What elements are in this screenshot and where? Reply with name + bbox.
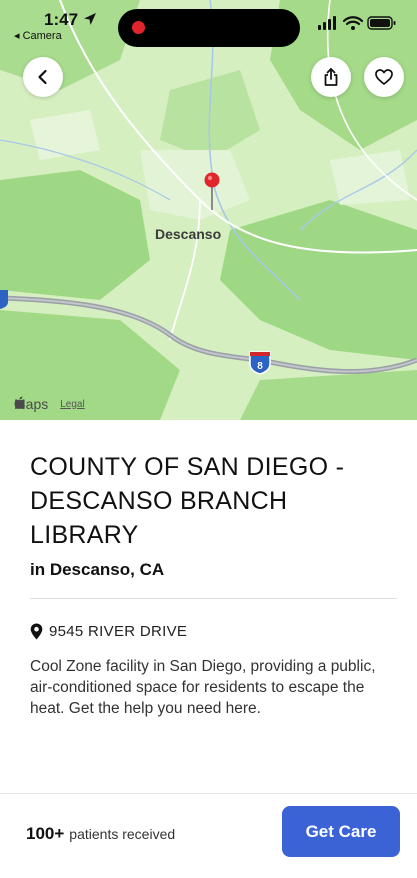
address-row[interactable]: 9545 RIVER DRIVE xyxy=(30,623,187,640)
apple-maps-brand: Maps xyxy=(14,396,48,412)
heart-icon xyxy=(375,69,393,85)
cellular-signal-icon xyxy=(318,16,336,30)
apple-logo-icon xyxy=(14,396,25,409)
status-time: 1:47 xyxy=(44,10,79,29)
wifi-icon xyxy=(342,16,364,30)
map-place-label: Descanso xyxy=(155,226,222,242)
recording-indicator-icon xyxy=(132,21,145,34)
bottom-action-bar: 100+ patients received Get Care xyxy=(0,793,417,878)
map-pin-icon xyxy=(30,623,43,640)
status-bar: 1:47 ◂ Camera xyxy=(0,0,417,50)
map-graphic: 8 xyxy=(0,0,417,420)
address-text: 9545 RIVER DRIVE xyxy=(49,623,188,640)
map-view[interactable]: 8 Descanso Maps Legal xyxy=(0,0,417,420)
place-description: Cool Zone facility in San Diego, providi… xyxy=(30,658,376,717)
svg-text:8: 8 xyxy=(257,361,263,372)
patients-received: 100+ patients received xyxy=(26,824,175,844)
maps-attribution: Maps Legal xyxy=(14,396,85,412)
back-to-app-link[interactable]: ◂ Camera xyxy=(14,29,62,42)
chevron-left-icon xyxy=(38,69,47,85)
share-icon xyxy=(324,68,338,86)
share-button[interactable] xyxy=(311,57,351,97)
battery-icon xyxy=(367,16,396,30)
place-title: COUNTY OF SAN DIEGO - DESCANSO BRANCH LI… xyxy=(30,453,345,549)
favorite-button[interactable] xyxy=(364,57,404,97)
place-location: in Descanso, CA xyxy=(30,560,165,579)
patients-label: patients received xyxy=(69,826,176,842)
get-care-button[interactable]: Get Care xyxy=(282,806,400,857)
system-status-icons xyxy=(318,16,396,30)
maps-legal-link[interactable]: Legal xyxy=(60,399,84,410)
dynamic-island xyxy=(118,9,300,47)
highway-shield-icon: 8 xyxy=(249,351,271,375)
patients-count: 100+ xyxy=(26,824,65,843)
divider xyxy=(30,598,397,599)
location-arrow-icon xyxy=(84,13,96,25)
back-button[interactable] xyxy=(23,57,63,97)
